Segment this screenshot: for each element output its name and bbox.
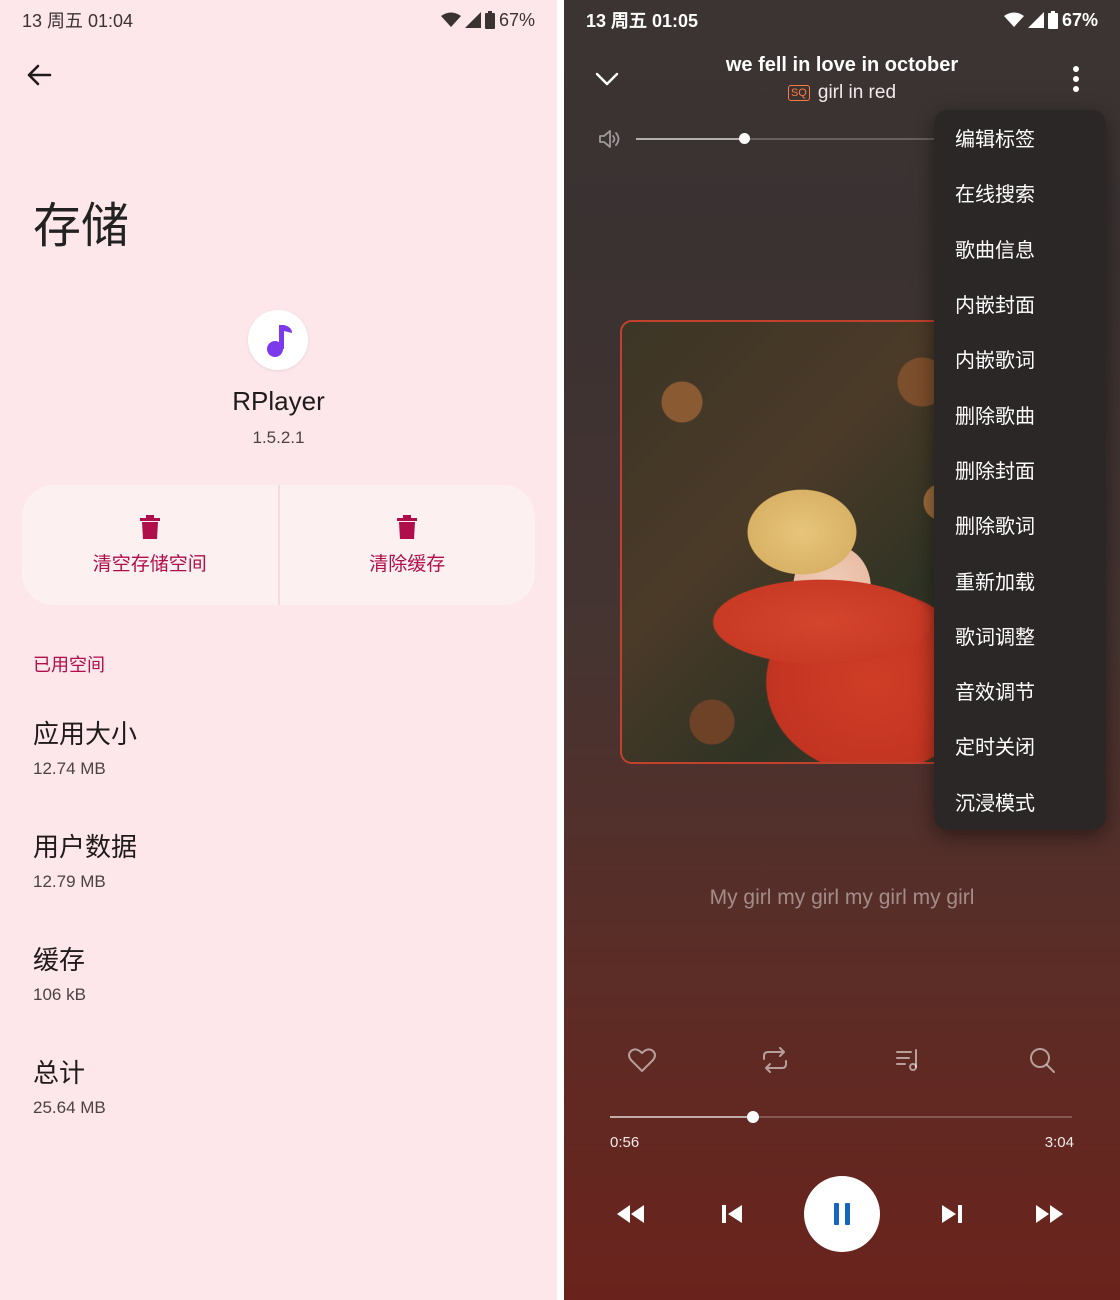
search-button[interactable] xyxy=(1026,1044,1058,1076)
skip-previous-icon xyxy=(722,1205,742,1223)
progress-fill xyxy=(610,1116,754,1118)
clear-cache-label: 清除缓存 xyxy=(369,553,446,575)
signal-icon xyxy=(464,12,481,28)
repeat-button[interactable] xyxy=(759,1044,791,1076)
song-meta: SQ girl in red xyxy=(564,82,1120,104)
player-screen: 13 周五 01:05 67% we fell in love in octob… xyxy=(564,0,1120,1300)
app-version: 1.5.2.1 xyxy=(252,428,305,447)
music-note-icon xyxy=(267,325,292,357)
stat-total: 总计 25.64 MB xyxy=(33,1053,106,1118)
app-name: RPlayer xyxy=(232,386,325,416)
more-options-button[interactable] xyxy=(1062,64,1090,94)
battery-icon xyxy=(1047,11,1058,29)
fast-forward-button[interactable] xyxy=(1034,1198,1066,1230)
stat-value: 12.74 MB xyxy=(33,759,106,778)
status-time: 13 周五 01:05 xyxy=(586,11,699,31)
play-pause-button[interactable] xyxy=(804,1176,880,1252)
stat-cache: 缓存 106 kB xyxy=(33,940,86,1005)
wifi-icon xyxy=(1003,12,1024,27)
menu-item-lyrics-adjust[interactable]: 歌词调整 xyxy=(934,608,1106,663)
battery-percent: 67% xyxy=(498,9,535,30)
menu-item-online-search[interactable]: 在线搜索 xyxy=(934,165,1106,220)
trash-icon xyxy=(139,514,160,539)
section-header: 已用空间 xyxy=(33,655,105,675)
battery-icon xyxy=(484,11,495,29)
wifi-icon xyxy=(440,12,461,27)
back-button[interactable] xyxy=(22,58,56,92)
screen-divider xyxy=(557,0,564,1300)
stat-title: 应用大小 xyxy=(33,719,138,749)
fast-forward-icon xyxy=(1036,1205,1063,1223)
menu-item-immersive-mode[interactable]: 沉浸模式 xyxy=(934,774,1106,829)
stat-user-data: 用户数据 12.79 MB xyxy=(33,827,137,892)
clear-storage-label: 清空存储空间 xyxy=(92,553,207,575)
progress-slider[interactable] xyxy=(610,1111,1072,1123)
stat-title: 缓存 xyxy=(33,945,86,975)
skip-next-icon xyxy=(942,1205,962,1223)
menu-item-sleep-timer[interactable]: 定时关闭 xyxy=(934,718,1106,773)
playlist-icon xyxy=(896,1049,917,1071)
menu-item-reload[interactable]: 重新加载 xyxy=(934,552,1106,607)
next-button[interactable] xyxy=(936,1198,968,1230)
app-icon xyxy=(248,310,308,370)
heart-icon xyxy=(628,1048,656,1072)
menu-item-audio-effects[interactable]: 音效调节 xyxy=(934,663,1106,718)
stat-title: 用户数据 xyxy=(33,832,138,862)
status-bar: 13 周五 01:05 67% xyxy=(586,8,1098,32)
quality-badge: SQ xyxy=(787,85,810,101)
search-icon xyxy=(1030,1048,1055,1073)
progress-knob[interactable] xyxy=(747,1111,760,1123)
stat-title: 总计 xyxy=(33,1058,86,1088)
menu-item-delete-lyrics[interactable]: 删除歌词 xyxy=(934,497,1106,552)
storage-actions: 清空存储空间 清除缓存 xyxy=(22,485,535,605)
page-title: 存储 xyxy=(33,200,130,253)
volume-slider[interactable] xyxy=(636,133,936,144)
stat-value: 25.64 MB xyxy=(33,1098,106,1117)
more-vert-icon xyxy=(1073,66,1079,72)
battery-percent: 67% xyxy=(1061,9,1098,30)
favorite-button[interactable] xyxy=(626,1044,658,1076)
secondary-controls xyxy=(564,1044,1120,1080)
menu-item-song-info[interactable]: 歌曲信息 xyxy=(934,221,1106,276)
pause-icon xyxy=(834,1203,850,1225)
trash-icon xyxy=(397,514,418,539)
fast-rewind-icon xyxy=(617,1205,644,1223)
clear-cache-button[interactable]: 清除缓存 xyxy=(277,485,536,605)
repeat-icon xyxy=(763,1047,787,1073)
song-title: we fell in love in october xyxy=(725,54,959,76)
song-artist: girl in red xyxy=(817,82,897,103)
menu-item-delete-cover[interactable]: 删除封面 xyxy=(934,442,1106,497)
fast-rewind-button[interactable] xyxy=(614,1198,646,1230)
total-duration: 3:04 xyxy=(1044,1134,1074,1151)
volume-knob[interactable] xyxy=(739,133,750,144)
menu-item-delete-song[interactable]: 删除歌曲 xyxy=(934,386,1106,441)
stat-value: 106 kB xyxy=(33,985,86,1004)
volume-icon xyxy=(599,130,620,148)
playlist-button[interactable] xyxy=(892,1044,924,1076)
signal-icon xyxy=(1027,12,1044,28)
current-lyric: My girl my girl my girl my girl xyxy=(709,886,975,909)
stat-app-size: 应用大小 12.74 MB xyxy=(33,714,137,779)
status-bar: 13 周五 01:04 67% xyxy=(22,8,535,32)
storage-screen: 13 周五 01:04 67% 存储 RPlayer 1.5.2.1 清空存储空… xyxy=(0,0,557,1300)
menu-item-edit-tags[interactable]: 编辑标签 xyxy=(934,110,1106,165)
elapsed-time: 0:56 xyxy=(610,1134,640,1151)
playback-controls xyxy=(564,1176,1120,1252)
menu-item-embedded-cover[interactable]: 内嵌封面 xyxy=(934,276,1106,331)
clear-storage-button[interactable]: 清空存储空间 xyxy=(22,485,278,605)
status-time: 13 周五 01:04 xyxy=(22,11,134,31)
arrow-left-icon xyxy=(27,64,52,86)
menu-item-embedded-lyrics[interactable]: 内嵌歌词 xyxy=(934,331,1106,386)
previous-button[interactable] xyxy=(716,1198,748,1230)
options-menu: 编辑标签 在线搜索 歌曲信息 内嵌封面 内嵌歌词 删除歌曲 删除封面 删除歌词 … xyxy=(934,110,1106,830)
stat-value: 12.79 MB xyxy=(33,872,106,891)
volume-fill xyxy=(636,138,744,140)
